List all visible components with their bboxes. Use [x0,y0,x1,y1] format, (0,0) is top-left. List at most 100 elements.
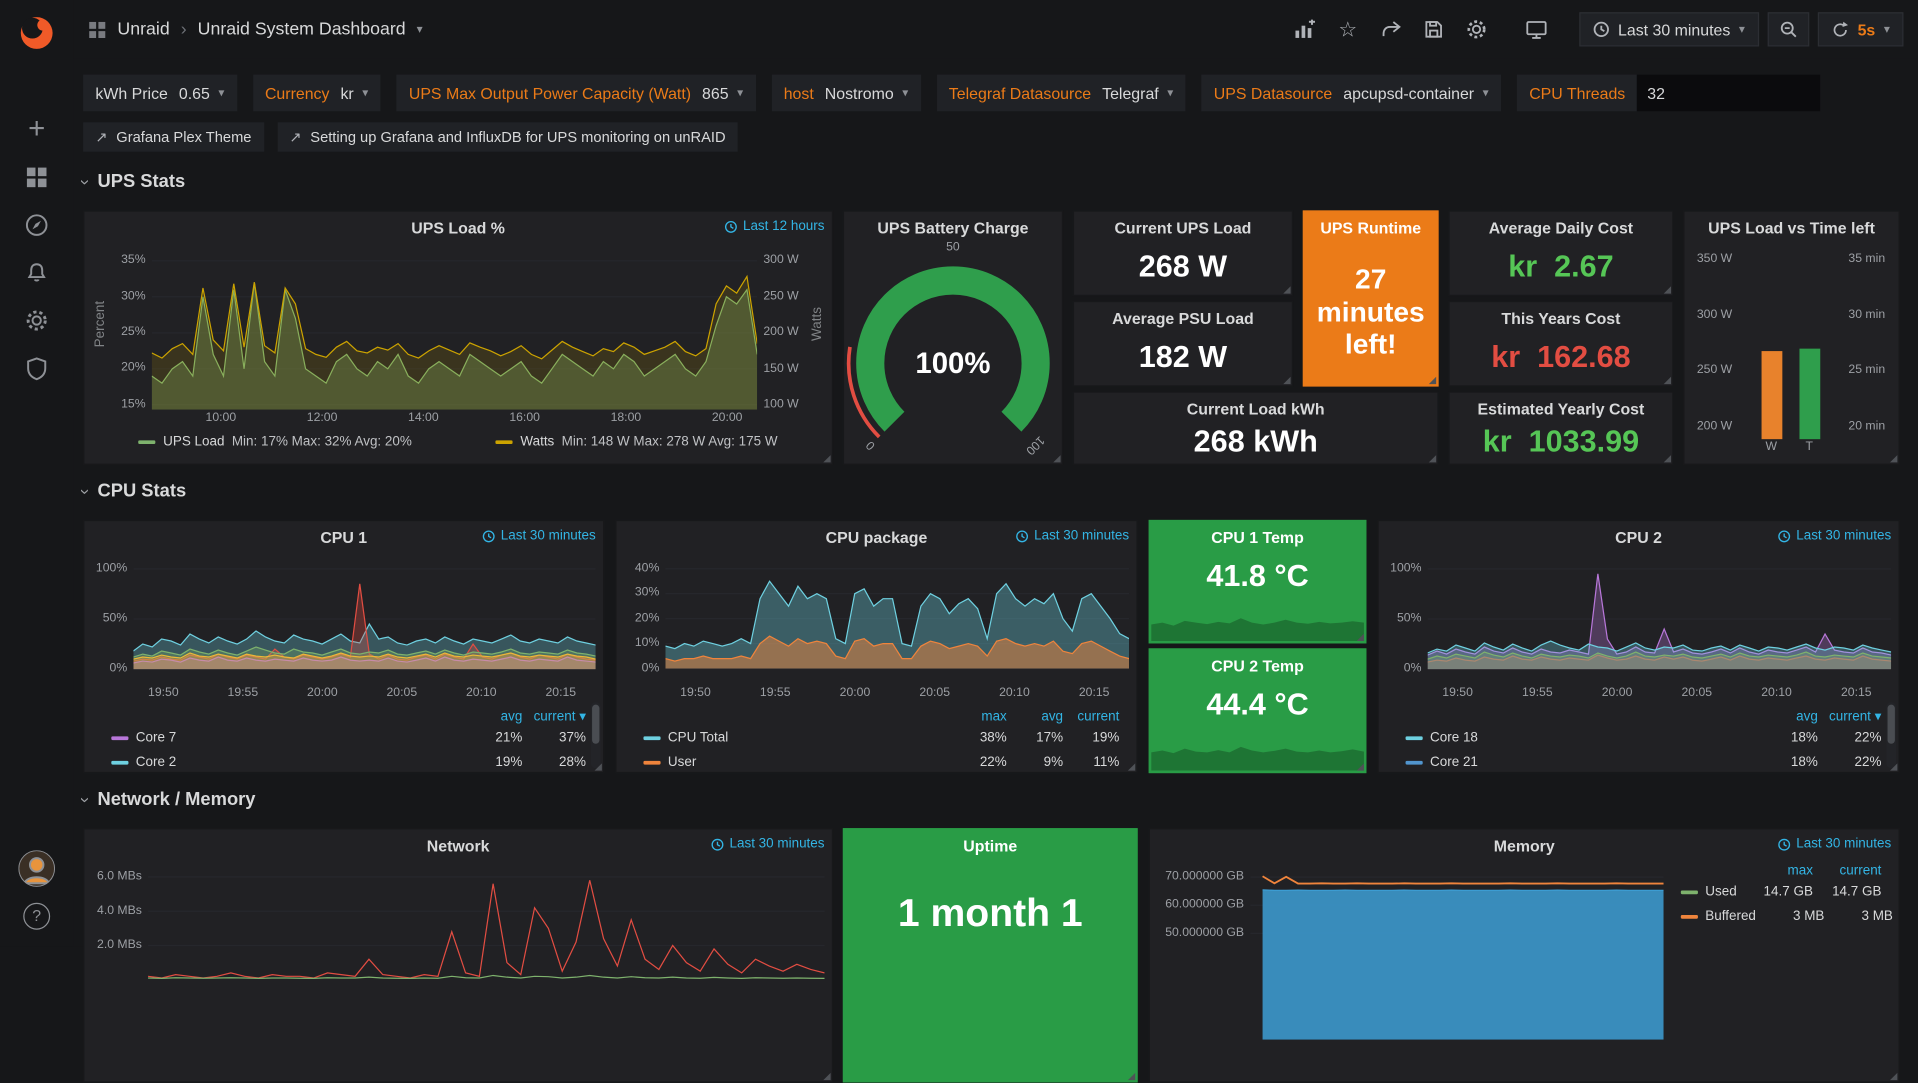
explore-menu[interactable] [0,201,73,249]
variable-value[interactable]: 865▾ [702,84,743,102]
legend-series[interactable]: CPU Total [643,730,950,745]
panel-title[interactable]: Average Daily Cost [1489,218,1633,236]
variable-value[interactable]: kr▾ [340,84,368,102]
panel-time-range[interactable]: Last 30 minutes [711,837,824,852]
favorite-button[interactable]: ☆ [1331,12,1365,46]
chevron-down-icon: › [76,488,96,494]
help-menu[interactable]: ? [0,892,73,940]
server-admin-menu[interactable] [0,344,73,392]
panel-title[interactable]: CPU 1 Temp [1211,528,1303,546]
variable-cpu-threads[interactable]: CPU Threads 32 [1517,75,1820,112]
panel-title[interactable]: Memory [1494,836,1555,854]
variable-kwh-price[interactable]: kWh Price 0.65▾ [83,75,237,112]
breadcrumb-folder[interactable]: Unraid [117,20,169,40]
refresh-interval-label[interactable]: 5s [1858,20,1876,38]
configuration-menu[interactable] [0,296,73,344]
legend-series[interactable]: User [643,755,950,770]
legend-item[interactable]: UPS LoadMin: 17% Max: 32% Avg: 20% [139,434,412,449]
caret-down-icon[interactable]: ▾ [1884,23,1890,36]
cpu1-chart[interactable] [133,548,595,685]
legend-item[interactable]: WattsMin: 148 W Max: 278 W Avg: 175 W [496,434,778,449]
legend-scrollbar[interactable] [1886,702,1896,768]
panel-title[interactable]: Average PSU Load [1112,309,1254,327]
ups-load-chart[interactable] [152,239,758,410]
section-ups-stats[interactable]: › UPS Stats [83,171,185,192]
link-grafana-plex-theme[interactable]: ↗ Grafana Plex Theme [83,122,264,151]
alerting-menu[interactable] [0,248,73,296]
variable-value[interactable]: 0.65▾ [179,84,225,102]
create-menu[interactable]: + [0,105,73,153]
legend-series[interactable]: Core 18 [1406,730,1755,745]
cpu2-chart[interactable] [1428,548,1892,685]
refresh-button[interactable]: 5s ▾ [1817,12,1903,46]
bar-W[interactable] [1761,351,1782,439]
panel-title[interactable]: UPS Load % [411,218,505,236]
panel-title[interactable]: Current Load kWh [1187,399,1325,417]
x-axis: 19:5019:5520:0020:0520:1020:15 [1386,686,1891,702]
caret-down-icon: ▾ [1483,86,1489,99]
bar-T[interactable] [1799,349,1820,440]
save-button[interactable] [1416,12,1450,46]
panel-time-range[interactable]: Last 12 hours [725,219,825,234]
variable-ups-max-output[interactable]: UPS Max Output Power Capacity (Watt) 865… [397,75,756,112]
plus-icon: + [28,114,45,143]
user-profile[interactable] [0,844,73,892]
grafana-logo[interactable] [0,0,73,66]
panel-time-range[interactable]: Last 30 minutes [1778,837,1891,852]
caret-down-icon[interactable]: ▾ [417,23,423,36]
panel-title[interactable]: UPS Battery Charge [877,218,1028,236]
panel-time-range[interactable]: Last 30 minutes [1016,528,1129,543]
legend-series[interactable]: Used [1681,884,1745,899]
variable-host[interactable]: host Nostromo▾ [771,75,920,112]
x-axis: 19:5019:5520:0020:0520:1020:15 [624,686,1129,702]
add-panel-button[interactable] [1288,12,1322,46]
legend-series[interactable]: Buffered [1681,909,1756,924]
x-axis: 10:0012:0014:0016:0018:0020:00 [92,411,825,427]
panel-title[interactable]: This Years Cost [1501,309,1620,327]
clock-icon [482,529,495,542]
ups-vs-time-chart[interactable] [1738,239,1842,440]
breadcrumb-dashboard[interactable]: Unraid System Dashboard [198,20,406,40]
legend-series[interactable]: Core 2 [111,755,458,770]
dashboard-settings-button[interactable] [1459,12,1493,46]
section-cpu-stats[interactable]: › CPU Stats [83,481,186,502]
share-button[interactable] [1373,12,1407,46]
variable-currency[interactable]: Currency kr▾ [253,75,381,112]
clock-icon [725,220,738,233]
panel-title[interactable]: Network [427,836,490,854]
panel-title[interactable]: Current UPS Load [1114,218,1251,236]
variable-value[interactable]: Nostromo▾ [825,84,909,102]
variable-value[interactable]: apcupsd-container▾ [1343,84,1489,102]
panel-title[interactable]: UPS Runtime [1320,218,1421,236]
legend-series[interactable]: Core 21 [1406,755,1755,770]
panel-title[interactable]: CPU 2 Temp [1211,656,1303,674]
clock-icon [1592,21,1609,38]
gear-icon [24,308,48,332]
variable-telegraf-datasource[interactable]: Telegraf Datasource Telegraf▾ [937,75,1186,112]
variable-value[interactable]: Telegraf▾ [1102,84,1173,102]
variable-ups-datasource[interactable]: UPS Datasource apcupsd-container▾ [1202,75,1501,112]
section-network-memory[interactable]: › Network / Memory [83,789,255,810]
legend-scrollbar[interactable] [591,702,601,768]
stat-value: 268 W [1074,239,1292,295]
panel-title[interactable]: CPU 1 [320,528,367,546]
cpu-package-chart[interactable] [665,548,1129,685]
panel-title[interactable]: CPU package [826,528,928,546]
panel-title[interactable]: UPS Load vs Time left [1708,218,1875,236]
panel-time-range[interactable]: Last 30 minutes [1778,528,1891,543]
time-picker-button[interactable]: Last 30 minutes ▾ [1579,12,1759,46]
panel-title[interactable]: Uptime [963,836,1017,854]
network-chart[interactable] [148,856,824,1039]
zoom-out-button[interactable] [1767,12,1809,46]
panel-time-range[interactable]: Last 30 minutes [482,528,595,543]
link-ups-monitoring-guide[interactable]: ↗ Setting up Grafana and InfluxDB for UP… [277,122,738,151]
panel-title[interactable]: Estimated Yearly Cost [1478,399,1645,417]
dashboards-menu[interactable] [0,153,73,201]
y-axis-left: 70.000000 GB60.000000 GB50.000000 GB [1157,856,1250,1039]
memory-chart[interactable] [1250,856,1663,1039]
cpu-threads-input[interactable]: 32 [1636,75,1819,112]
legend-series[interactable]: Core 7 [111,730,458,745]
breadcrumb-separator: › [181,20,187,40]
tv-mode-button[interactable] [1519,12,1553,46]
panel-title[interactable]: CPU 2 [1615,528,1662,546]
